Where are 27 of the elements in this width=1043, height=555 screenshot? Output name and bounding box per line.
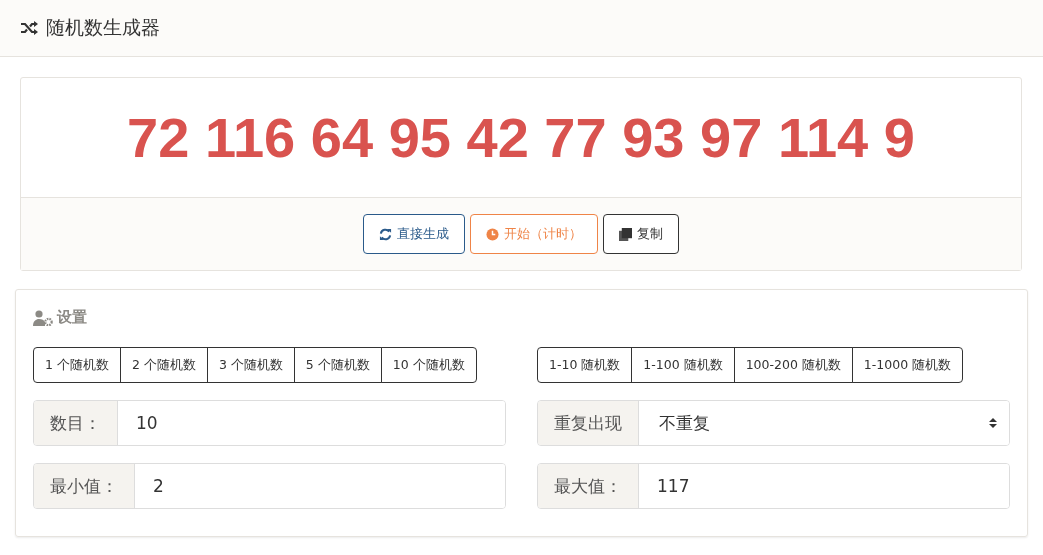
count-preset-button[interactable]: 1 个随机数 bbox=[33, 347, 121, 383]
refresh-icon bbox=[379, 227, 392, 241]
count-preset-button[interactable]: 3 个随机数 bbox=[206, 347, 295, 383]
random-numbers: 72 116 64 95 42 77 93 97 114 9 bbox=[127, 105, 915, 170]
settings-title: 设置 bbox=[57, 308, 87, 327]
count-preset-button[interactable]: 2 个随机数 bbox=[119, 347, 208, 383]
field-label: 最大值： bbox=[538, 464, 639, 508]
field-label: 数目： bbox=[34, 401, 118, 445]
sort-caret-icon bbox=[989, 417, 997, 429]
user-gear-icon bbox=[33, 309, 53, 326]
range-preset-button[interactable]: 1-100 随机数 bbox=[631, 347, 735, 383]
refresh-button[interactable]: 直接生成 bbox=[363, 214, 465, 254]
count-preset-button[interactable]: 5 个随机数 bbox=[293, 347, 382, 383]
copy-icon bbox=[619, 227, 632, 241]
clock-icon bbox=[486, 227, 499, 241]
count-preset-button[interactable]: 10 个随机数 bbox=[380, 347, 477, 383]
range-preset-button[interactable]: 1-1000 随机数 bbox=[851, 347, 964, 383]
copy-button[interactable]: 复制 bbox=[603, 214, 679, 254]
shuffle-icon bbox=[20, 21, 38, 35]
range-preset-button[interactable]: 1-10 随机数 bbox=[537, 347, 633, 383]
input-field[interactable]: 最小值： 2 bbox=[33, 463, 506, 509]
page-title: 随机数生成器 bbox=[46, 15, 160, 40]
range-preset-button[interactable]: 100-200 随机数 bbox=[733, 347, 853, 383]
field-label: 重复出现 bbox=[538, 401, 639, 445]
input-field[interactable]: 数目： 10 bbox=[33, 400, 506, 446]
input-field[interactable]: 最大值： 117 bbox=[537, 463, 1010, 509]
field-label: 最小值： bbox=[34, 464, 135, 508]
